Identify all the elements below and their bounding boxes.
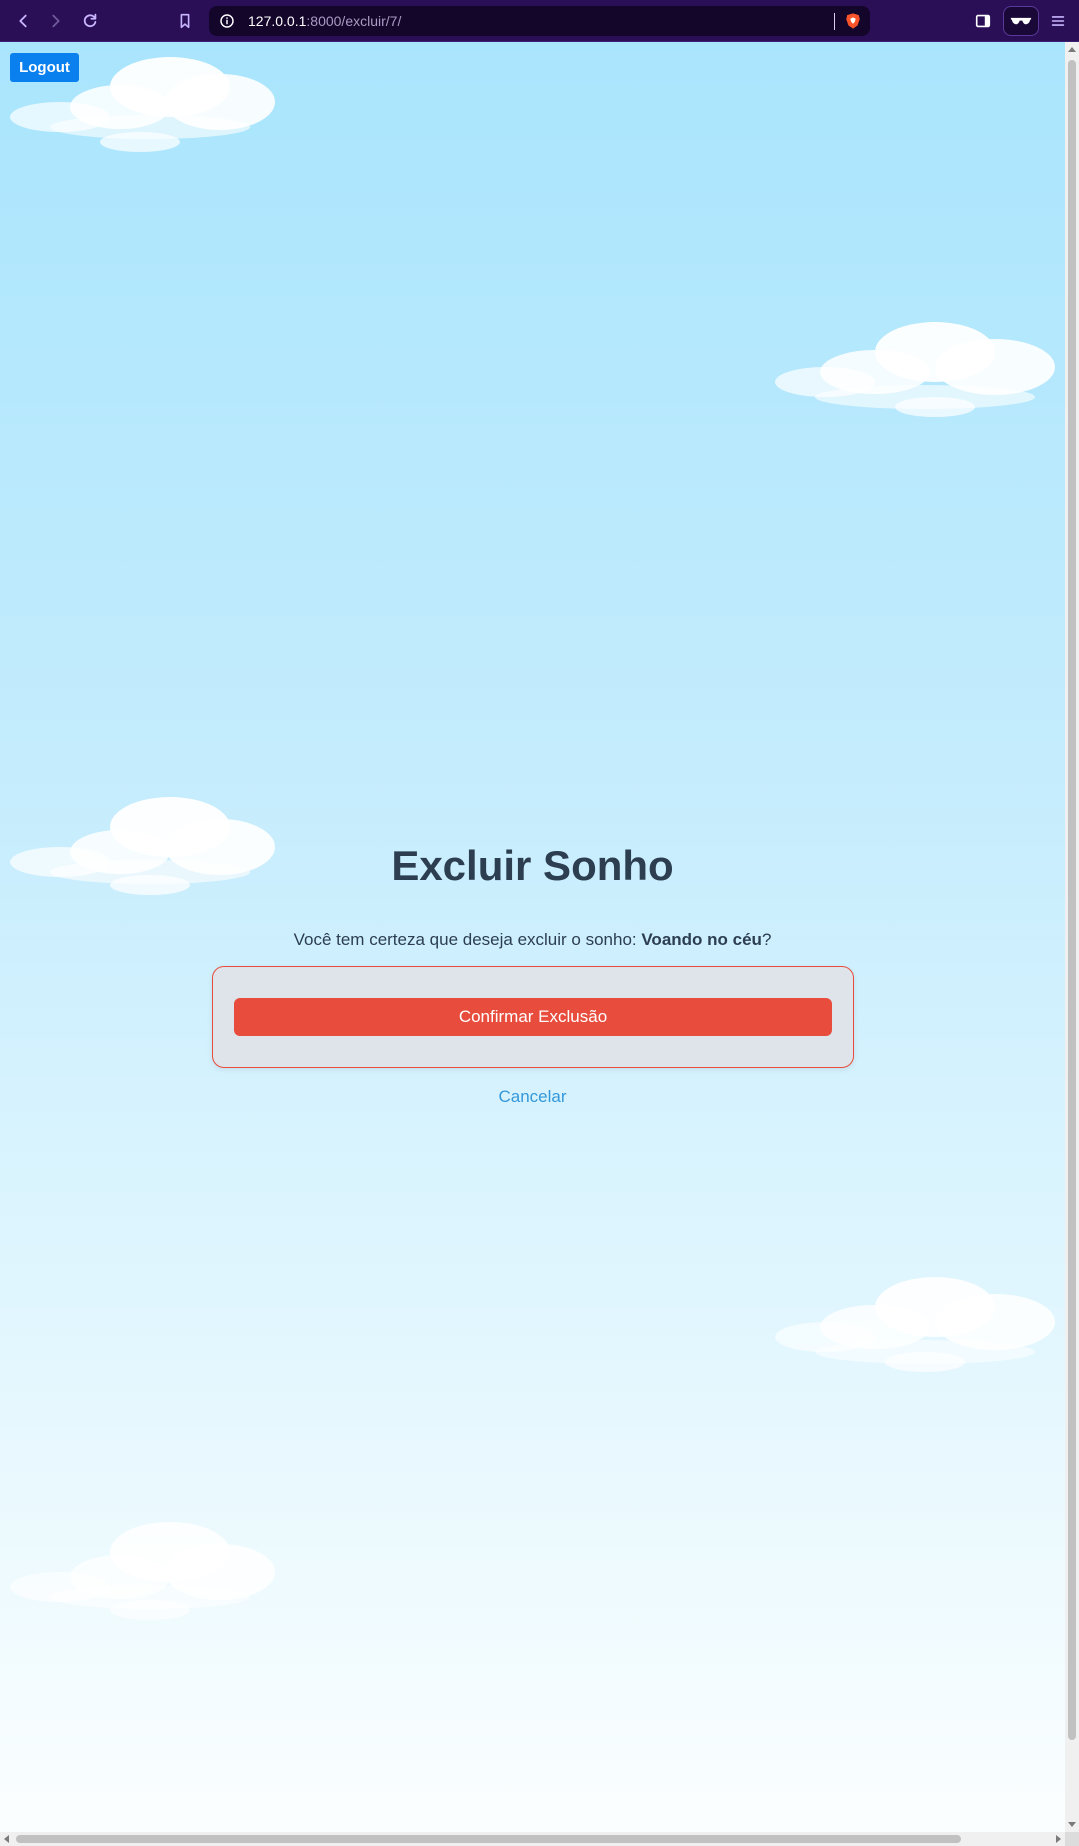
reader-mode-icon[interactable]	[1003, 6, 1039, 36]
vertical-scrollbar[interactable]	[1065, 42, 1079, 1832]
back-icon[interactable]	[10, 8, 36, 34]
forward-icon[interactable]	[43, 8, 69, 34]
scroll-up-arrow-icon[interactable]	[1068, 47, 1076, 52]
logout-button[interactable]: Logout	[10, 53, 79, 82]
page-viewport: Logout Excluir Sonho Você tem certeza qu…	[0, 42, 1065, 1832]
brave-shield-icon[interactable]	[844, 12, 862, 30]
horizontal-scroll-thumb[interactable]	[16, 1835, 961, 1843]
delete-form: Confirmar Exclusão	[212, 966, 854, 1068]
cloud-image	[10, 1522, 275, 1620]
page-title: Excluir Sonho	[391, 842, 674, 889]
url-divider	[834, 13, 835, 30]
cancel-link[interactable]: Cancelar	[0, 1087, 1065, 1107]
address-bar[interactable]: 127.0.0.1:8000/excluir/7/	[209, 6, 870, 36]
scrollbar-corner	[1065, 1832, 1079, 1846]
cloud-image	[775, 322, 1055, 417]
reload-icon[interactable]	[77, 8, 103, 34]
menu-icon[interactable]	[1045, 8, 1071, 34]
confirm-message-suffix: ?	[761, 930, 772, 949]
confirm-message: Você tem certeza que deseja excluir o so…	[0, 930, 1065, 950]
scroll-left-arrow-icon[interactable]	[4, 1835, 9, 1843]
url-text: 127.0.0.1:8000/excluir/7/	[248, 13, 401, 29]
cloud-image	[775, 1277, 1055, 1372]
sidebar-icon[interactable]	[970, 8, 996, 34]
scroll-down-arrow-icon[interactable]	[1068, 1822, 1076, 1827]
bookmark-icon[interactable]	[172, 8, 198, 34]
horizontal-scrollbar[interactable]	[0, 1832, 1065, 1846]
url-path: :8000/excluir/7/	[306, 13, 402, 29]
url-host: 127.0.0.1	[248, 13, 307, 29]
dream-name: Voando no céu	[641, 930, 762, 949]
confirm-message-prefix: Você tem certeza que deseja excluir o so…	[293, 930, 642, 949]
site-info-icon[interactable]	[218, 12, 236, 30]
vertical-scroll-thumb[interactable]	[1068, 60, 1076, 1740]
scroll-right-arrow-icon[interactable]	[1056, 1835, 1061, 1843]
confirm-delete-button[interactable]: Confirmar Exclusão	[234, 998, 832, 1036]
browser-toolbar: 127.0.0.1:8000/excluir/7/	[0, 0, 1079, 42]
